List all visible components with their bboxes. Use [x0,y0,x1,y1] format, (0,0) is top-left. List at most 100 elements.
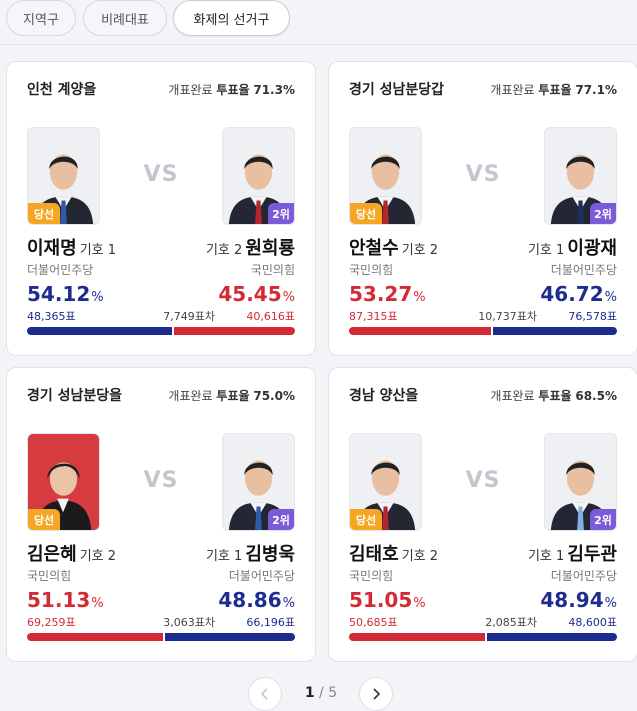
vote-share-right: 45.45% [218,282,295,306]
vote-share-value: 45.45 [218,282,282,306]
status-label: 개표완료 [168,389,213,403]
candidate-name: 안철수 [349,238,399,259]
party-left: 더불어민주당 [27,263,94,277]
ballot-number-label: 기호 [79,549,104,564]
vote-bar-left [349,633,485,641]
ballot-number-label: 기호 [79,243,104,258]
vote-share-bar [27,327,295,335]
vote-difference-value: 10,737 [478,310,517,323]
district-card[interactable]: 인천 계양을 개표완료 투표율 71.3% 당선 VS 2위 이재명 기호 1 기… [6,61,316,356]
vote-count-left: 50,685표 [349,616,398,629]
turnout-label: 투표율 [216,389,250,403]
ballot-number: 1 [556,243,565,258]
percent-sign: % [413,596,426,611]
candidate-name: 이재명 [27,238,77,259]
pagination: 1 / 5 [0,677,637,711]
ballot-number-label: 기호 [401,549,426,564]
turnout-value: 77.1% [575,83,617,97]
vote-share-left: 54.12% [27,282,104,306]
ballot-number: 2 [107,549,117,564]
candidate-name: 김두관 [567,544,617,565]
party-right: 더불어민주당 [228,569,295,583]
percent-sign: % [282,596,295,611]
vote-difference: 2,085표차 [485,614,537,630]
ballot-number-label: 기호 [401,243,426,258]
district-name: 경기 성남분당을 [27,388,123,404]
tab-proportional[interactable]: 비례대표 [83,0,167,36]
count-status: 개표완료 투표율 75.0% [168,387,295,404]
elected-badge: 당선 [350,509,382,530]
vote-count-left: 87,315표 [349,310,398,323]
elected-badge: 당선 [350,203,382,224]
vote-bar-left [349,327,491,335]
percent-sign: % [91,596,104,611]
vote-difference-value: 3,063 [163,616,195,629]
next-page-button[interactable] [359,677,393,711]
candidate-name: 김은혜 [27,544,77,565]
status-label: 개표완료 [490,83,535,97]
turnout-value: 75.0% [253,389,295,403]
vote-share-bar [349,327,617,335]
status-label: 개표완료 [168,83,213,97]
candidate-right: 기호 1 이광재 [525,234,617,260]
vote-share-left: 51.13% [27,588,104,612]
candidate-left: 안철수 기호 2 [349,234,441,260]
vote-count-left: 48,365표 [27,310,76,323]
district-card[interactable]: 경남 양산을 개표완료 투표율 68.5% 당선 VS 2위 김태호 기호 2 기… [328,367,637,662]
status-label: 개표완료 [490,389,535,403]
candidate-photo-right: 2위 [222,127,295,225]
tab-hot-districts[interactable]: 화제의 선거구 [173,0,290,36]
page-indicator: 1 / 5 [290,685,352,701]
vote-count-right: 48,600표 [568,616,617,629]
tab-bar: 지역구 비례대표 화제의 선거구 [0,0,637,45]
district-name: 인천 계양을 [27,82,97,98]
percent-sign: % [413,290,426,305]
percent-sign: % [91,290,104,305]
candidate-name: 김병욱 [245,544,295,565]
party-left: 국민의힘 [349,263,394,277]
party-left: 국민의힘 [27,569,72,583]
candidate-right: 기호 1 김두관 [525,540,617,566]
vote-share-right: 48.86% [218,588,295,612]
candidate-left: 김은혜 기호 2 [27,540,119,566]
district-card[interactable]: 경기 성남분당을 개표완료 투표율 75.0% 당선 VS 2위 김은혜 기호 2… [6,367,316,662]
vote-difference-value: 2,085 [485,616,517,629]
candidate-left: 김태호 기호 2 [349,540,441,566]
rank-badge: 2위 [268,509,294,530]
vote-bar-right [492,327,617,335]
district-card[interactable]: 경기 성남분당갑 개표완료 투표율 77.1% 당선 VS 2위 안철수 기호 2… [328,61,637,356]
vote-difference-suffix: 표차 [194,616,215,629]
district-name: 경기 성남분당갑 [349,82,445,98]
ballot-number-label: 기호 [527,243,552,258]
vote-share-value: 54.12 [27,282,91,306]
vote-share-bar [349,633,617,641]
count-status: 개표완료 투표율 71.3% [168,81,295,98]
chevron-left-icon [260,688,268,700]
vote-count-right: 40,616표 [246,310,295,323]
candidate-photo-right: 2위 [222,433,295,531]
ballot-number-label: 기호 [527,549,552,564]
vote-count-right: 66,196표 [246,616,295,629]
vote-difference: 3,063표차 [163,614,215,630]
candidate-right: 기호 2 원희룡 [203,234,295,260]
count-status: 개표완료 투표율 77.1% [490,81,617,98]
vote-difference-suffix: 표차 [516,616,537,629]
party-right: 국민의힘 [250,263,295,277]
vote-share-left: 51.05% [349,588,426,612]
count-status: 개표완료 투표율 68.5% [490,387,617,404]
candidate-photo-right: 2위 [544,433,617,531]
ballot-number: 1 [107,243,117,258]
percent-sign: % [604,290,617,305]
vote-difference: 10,737표차 [478,308,537,324]
party-right: 더불어민주당 [550,263,617,277]
candidate-right: 기호 1 김병욱 [203,540,295,566]
vote-share-value: 48.86 [218,588,282,612]
vote-share-bar [27,633,295,641]
rank-badge: 2위 [268,203,294,224]
tab-district[interactable]: 지역구 [6,0,76,36]
current-page: 1 [304,685,315,701]
prev-page-button[interactable] [248,677,282,711]
total-pages: 5 [328,685,338,701]
ballot-number: 2 [429,549,439,564]
vote-bar-left [27,633,164,641]
